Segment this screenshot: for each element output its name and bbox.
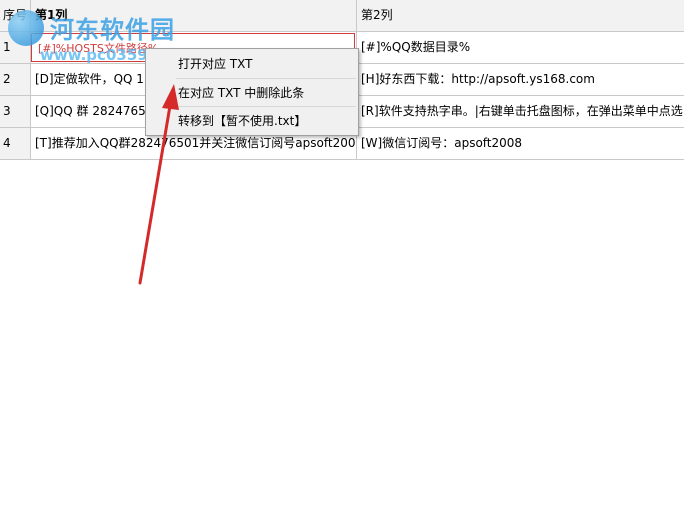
annotation-arrow-icon: [138, 84, 179, 285]
